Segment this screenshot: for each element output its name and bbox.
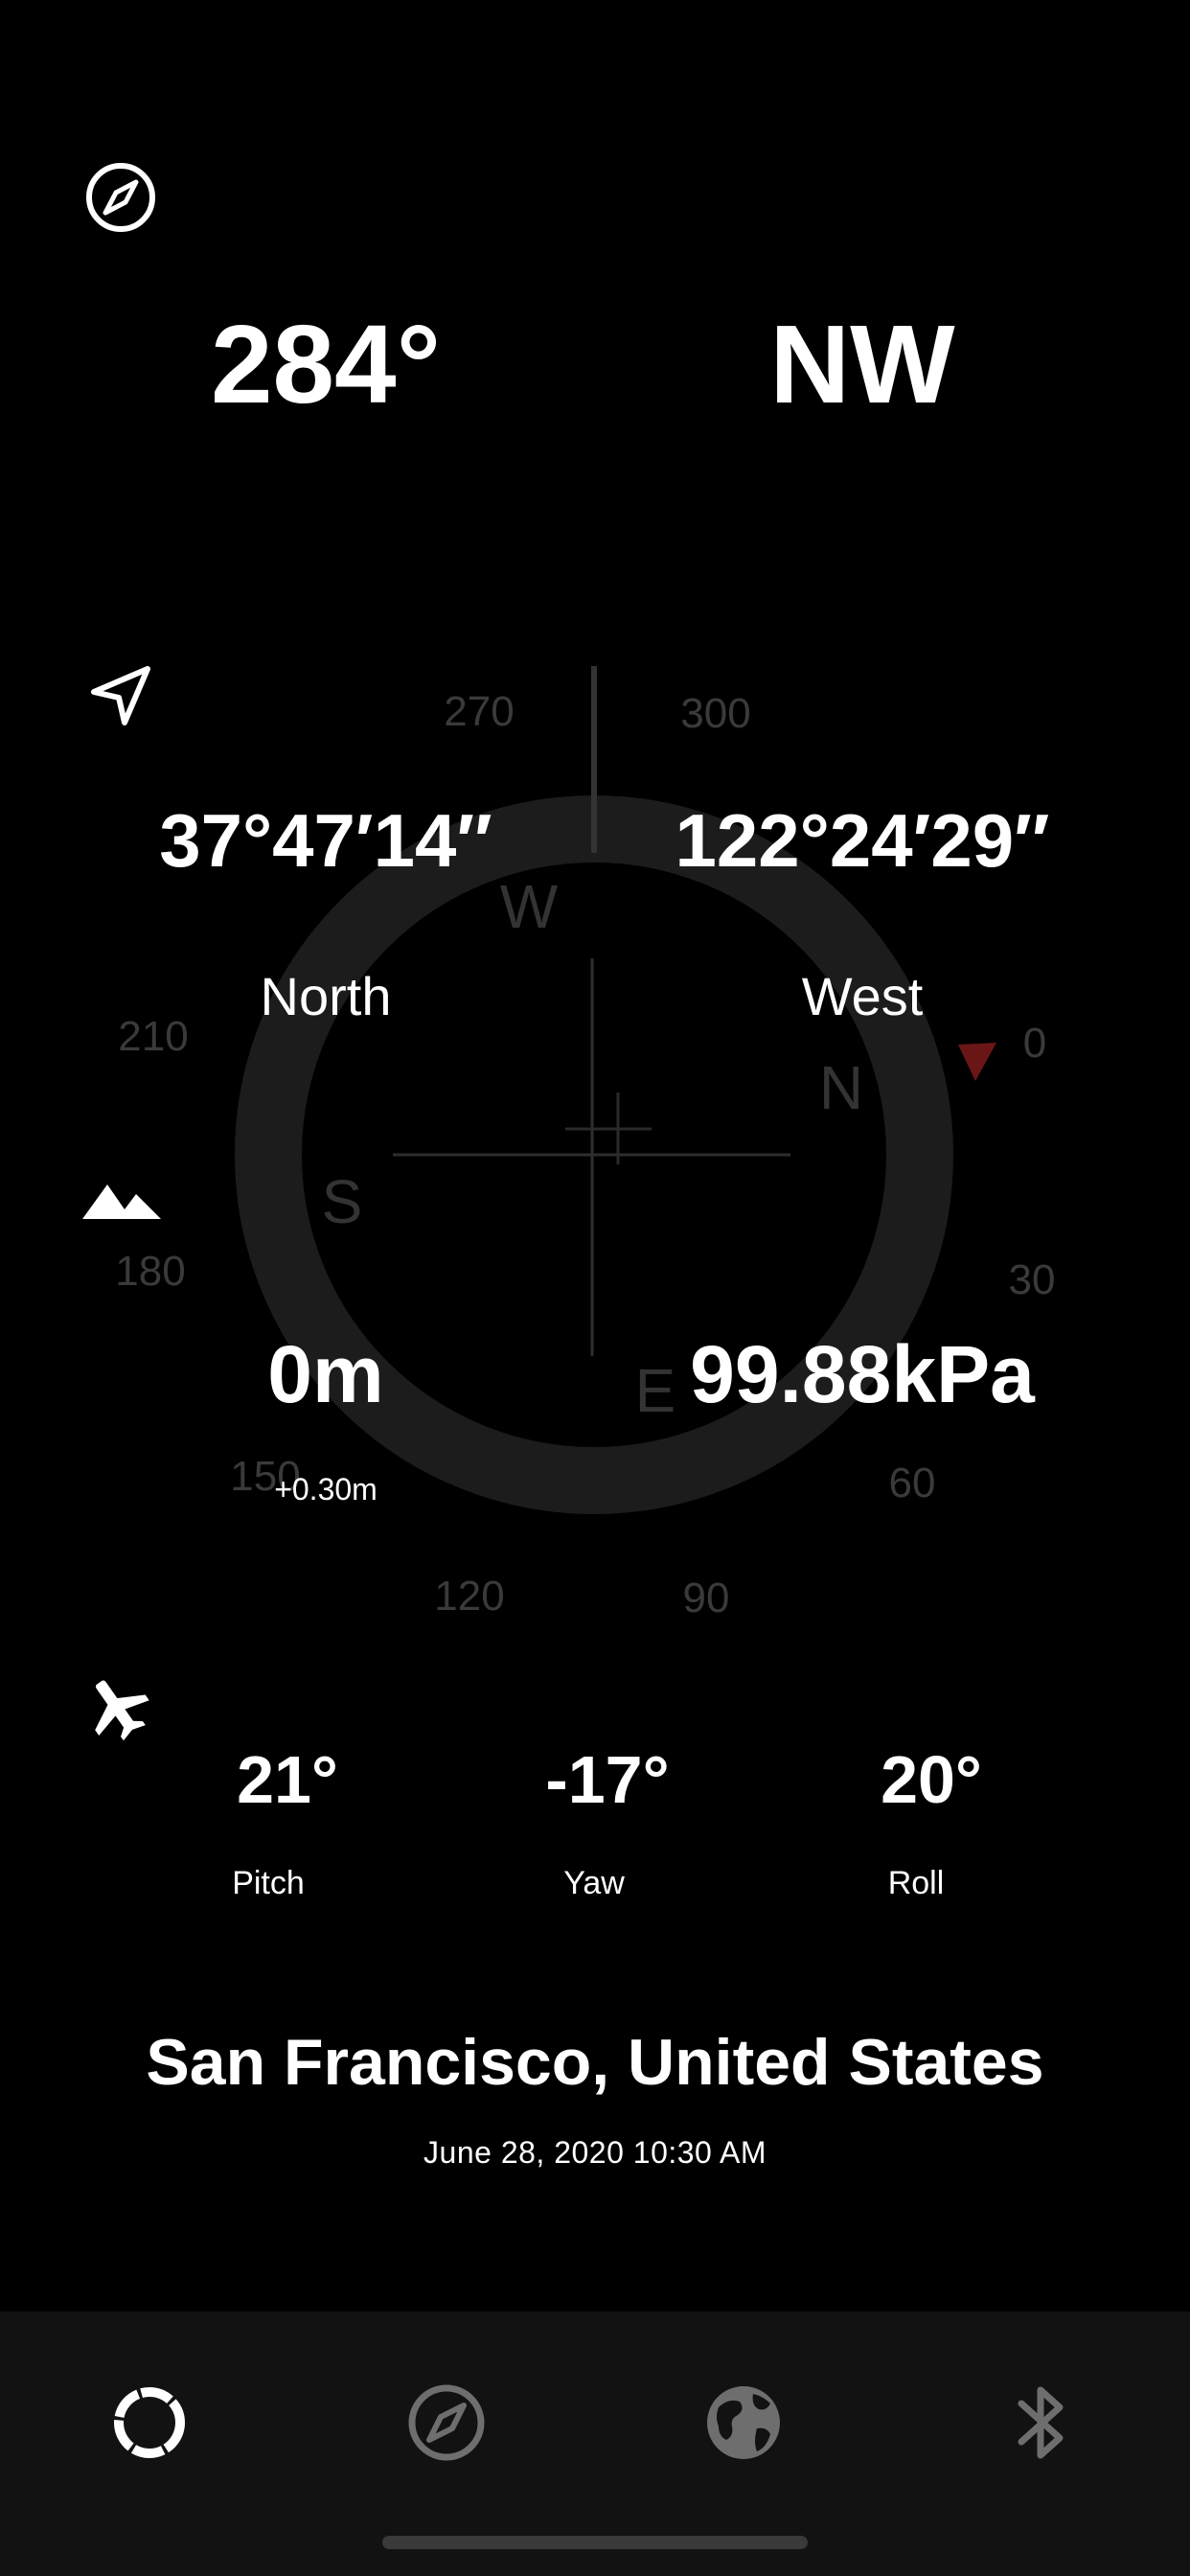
location-arrow-icon: [91, 666, 150, 725]
altitude-value: 0m: [267, 1329, 384, 1419]
airplane-icon: [95, 1680, 149, 1741]
yaw-value: -17°: [545, 1742, 670, 1817]
heading-degrees: 284°: [211, 302, 441, 426]
altitude-offset: +0.30m: [274, 1472, 378, 1506]
dashboard-ring-icon: [114, 2387, 185, 2458]
dial-tick-90: 90: [683, 1575, 730, 1622]
dial-cardinal-s: S: [322, 1167, 363, 1236]
tab-globe[interactable]: [690, 2369, 797, 2476]
longitude-hemisphere: West: [801, 966, 924, 1026]
dial-tick-300: 300: [680, 690, 750, 737]
dial-tick-180: 180: [115, 1248, 185, 1295]
dial-tick-30: 30: [1009, 1256, 1056, 1303]
globe-icon: [707, 2386, 780, 2459]
pitch-label: Pitch: [232, 1865, 305, 1901]
home-indicator[interactable]: [382, 2536, 808, 2549]
bluetooth-icon: [1018, 2386, 1064, 2459]
dial-tick-0: 0: [1023, 1020, 1046, 1067]
compass-icon: [408, 2384, 485, 2461]
dial-tick-270: 270: [444, 688, 514, 735]
longitude-value: 122°24′29″: [675, 798, 1050, 883]
pressure-value: 99.88kPa: [690, 1329, 1035, 1419]
yaw-label: Yaw: [563, 1865, 625, 1901]
date-time: June 28, 2020 10:30 AM: [423, 2135, 767, 2170]
latitude-hemisphere: North: [260, 966, 392, 1026]
latitude-value: 37°47′14″: [159, 798, 492, 883]
mountain-icon: [82, 1184, 161, 1219]
dial-tick-120: 120: [434, 1573, 504, 1620]
heading-direction: NW: [769, 302, 955, 426]
tab-compass[interactable]: [393, 2369, 500, 2476]
roll-label: Roll: [887, 1865, 945, 1901]
north-marker: [958, 1043, 996, 1081]
dial-cardinal-w: W: [500, 872, 559, 941]
dial-cardinal-n: N: [819, 1053, 863, 1122]
compass-icon: [86, 163, 155, 232]
dial-tick-60: 60: [889, 1460, 936, 1506]
tab-bluetooth[interactable]: [987, 2369, 1094, 2476]
pitch-value: 21°: [237, 1742, 338, 1817]
tab-dashboard[interactable]: [96, 2369, 203, 2476]
roll-value: 20°: [881, 1742, 982, 1817]
city-country: San Francisco, United States: [146, 2026, 1044, 2099]
